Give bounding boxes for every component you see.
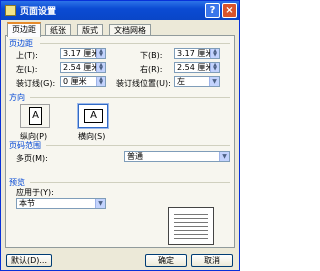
preview-line [174,234,208,235]
spin-arrows-icon[interactable]: ▲ ▼ [210,49,219,58]
preview-line [174,218,208,219]
gutter-position-label: 装订线位置(U): [116,79,171,88]
divider [46,145,230,146]
chevron-down-icon[interactable]: ▼ [219,152,229,161]
apply-to-label: 应用于(Y): [16,188,54,197]
gutter-value: 0 厘米 [63,77,87,86]
gutter-position-select[interactable]: 左 ▼ [174,76,220,87]
spin-arrows-icon[interactable]: ▲ ▼ [96,63,105,72]
ok-button[interactable]: 确定 [145,254,187,267]
multiple-pages-value: 普通 [127,152,143,161]
preview-line [174,214,208,215]
preview-line [174,222,208,223]
apply-to-select[interactable]: 本节 ▼ [16,198,106,209]
left-margin-value: 2.54 厘米 [63,63,100,72]
bottom-margin-label: 下(B): [140,51,163,60]
bottom-margin-input[interactable]: 3.17 厘米 ▲ ▼ [174,48,220,59]
gutter-input[interactable]: 0 厘米 ▲ ▼ [60,76,106,87]
orientation-section-title: 方向 [9,93,25,102]
chevron-down-icon[interactable]: ▼ [209,77,219,86]
portrait-page-icon: A [29,107,42,125]
landscape-label[interactable]: 横向(S) [78,131,105,142]
multiple-pages-label: 多页(M): [16,154,48,163]
right-margin-value: 2.54 厘米 [177,63,214,72]
title-bar: 页面设置 ? × [1,1,239,20]
divider [30,182,230,183]
top-margin-label: 上(T): [16,51,38,60]
spin-arrows-icon[interactable]: ▲ ▼ [210,63,219,72]
spin-arrows-icon[interactable]: ▲ ▼ [96,77,105,86]
apply-to-value: 本节 [19,199,35,208]
margins-section-title: 页边距 [9,39,33,48]
chevron-down-icon[interactable]: ▼ [95,199,105,208]
portrait-option[interactable]: A [20,104,50,128]
dialog-title: 页面设置 [20,7,57,17]
left-margin-input[interactable]: 2.54 厘米 ▲ ▼ [60,62,106,73]
right-margin-label: 右(R): [140,65,163,74]
top-margin-input[interactable]: 3.17 厘米 ▲ ▼ [60,48,106,59]
divider [40,43,230,44]
left-margin-label: 左(L): [16,65,38,74]
pages-section-title: 页码范围 [9,141,41,150]
page-setup-dialog: 页面设置 ? × 页边距 纸张 版式 文档网格 页边距 上(T): 3.17 厘… [0,0,240,271]
close-button[interactable]: × [222,3,237,18]
preview-line [174,238,208,239]
gutter-position-value: 左 [177,77,185,86]
tab-margins[interactable]: 页边距 [7,22,41,37]
app-icon [5,5,16,16]
preview-line [174,226,208,227]
right-margin-input[interactable]: 2.54 厘米 ▲ ▼ [174,62,220,73]
landscape-option[interactable]: A [78,104,108,128]
spin-arrows-icon[interactable]: ▲ ▼ [96,49,105,58]
multiple-pages-select[interactable]: 普通 ▼ [124,151,230,162]
tab-panel: 页边距 上(T): 3.17 厘米 ▲ ▼ 下(B): 3.17 厘米 ▲ ▼ 左(… [5,35,235,248]
landscape-page-icon: A [84,109,103,123]
gutter-label: 装订线(G): [16,79,56,88]
help-button[interactable]: ? [205,3,220,18]
top-margin-value: 3.17 厘米 [63,49,100,58]
default-button[interactable]: 默认(D)... [6,254,52,267]
cancel-button[interactable]: 取消 [191,254,233,267]
divider [30,97,230,98]
bottom-margin-value: 3.17 厘米 [177,49,214,58]
preview-line [174,230,208,231]
page-preview [168,207,214,245]
